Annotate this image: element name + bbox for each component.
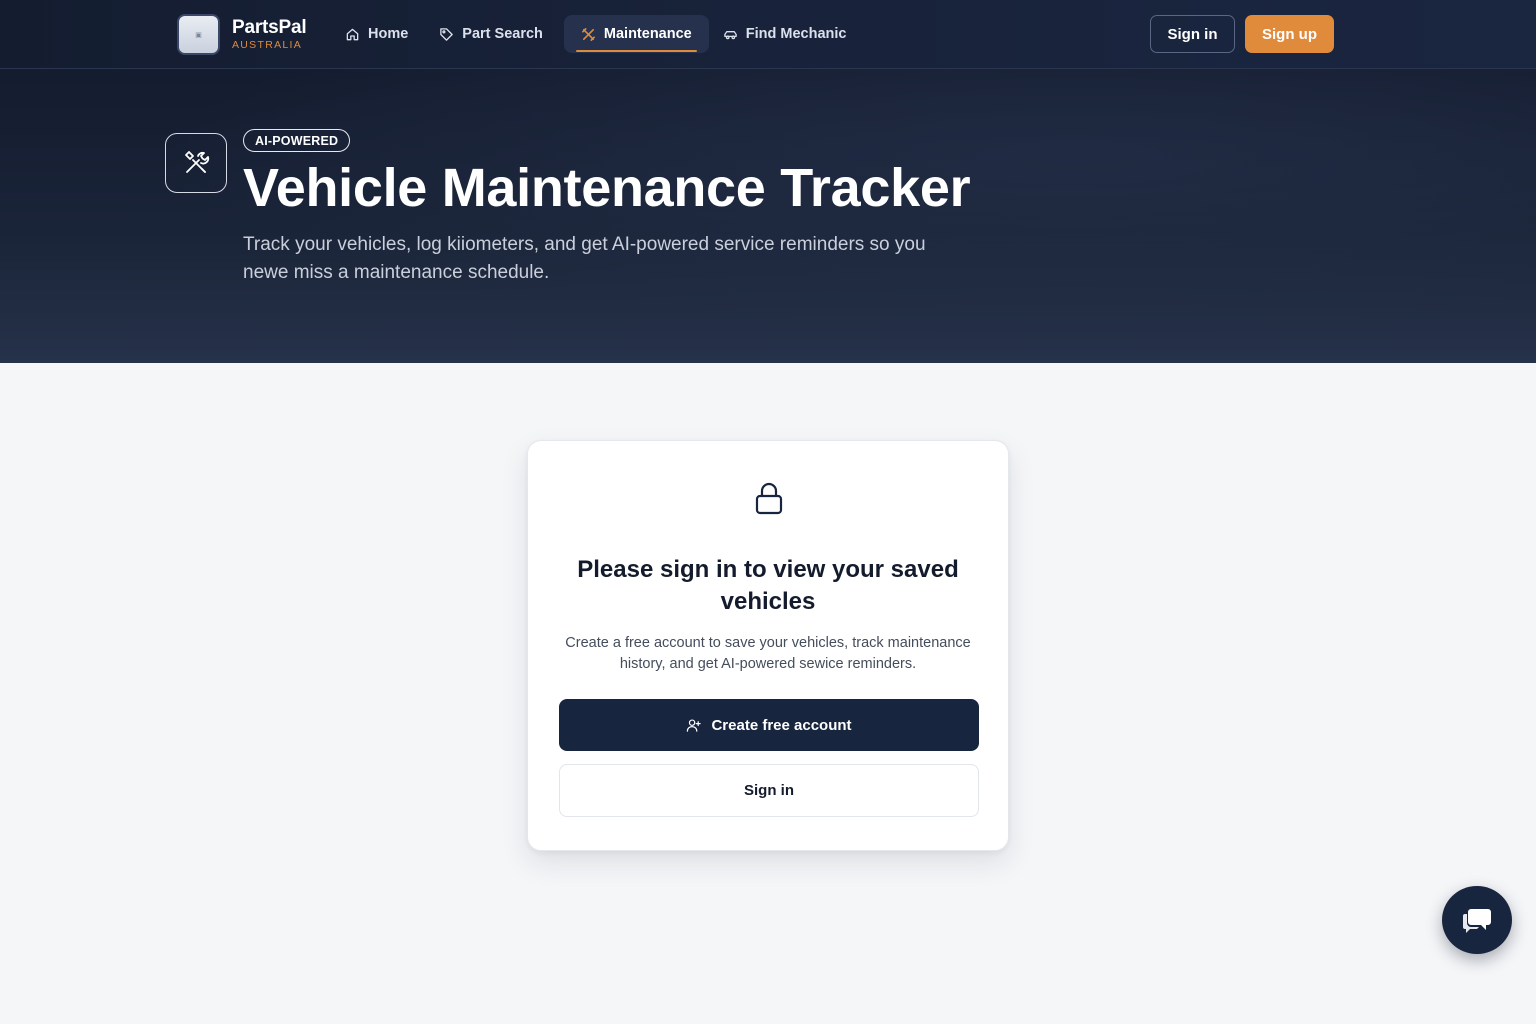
ai-powered-badge: AI-POWERED	[243, 129, 351, 152]
nav-home-label: Home	[368, 26, 409, 42]
page-subtitle: Track your vehicles, log kiiometers, and…	[243, 234, 926, 283]
card-title: Please sign in to view your saved vehicl…	[577, 556, 959, 615]
auth-actions: Sign in Sign up	[1150, 15, 1334, 53]
nav-sign-in-button[interactable]: Sign in	[1150, 15, 1235, 53]
nav-maintenance-label: Maintenance	[603, 26, 692, 42]
nav-maintenance[interactable]: Maintenance	[563, 15, 709, 53]
main-nav: Home Part Search Maintenance Find Mechan…	[335, 15, 863, 53]
brand-name: PartsPal	[232, 17, 307, 39]
chat-button[interactable]	[1442, 886, 1512, 954]
tag-icon	[440, 27, 454, 41]
nav-find-mechanic[interactable]: Find Mechanic	[713, 15, 864, 53]
car-icon	[723, 30, 737, 39]
tools-icon	[581, 27, 595, 41]
user-plus-icon	[687, 718, 702, 732]
logo-image: ▣	[177, 14, 220, 55]
nav-part-search[interactable]: Part Search	[429, 15, 560, 53]
create-account-button[interactable]: Create free account	[559, 699, 979, 751]
logo-mark-icon: ▣	[195, 31, 202, 39]
nav-find-mechanic-label: Find Mechanic	[745, 26, 847, 42]
create-account-label: Create free account	[711, 716, 852, 734]
chat-icon	[1463, 909, 1491, 933]
nav-home[interactable]: Home	[335, 15, 425, 53]
brand-logo[interactable]: ▣ PartsPal AUSTRALIA	[177, 14, 307, 55]
brand-subtitle: AUSTRALIA	[232, 39, 303, 52]
card-description: Create a free account to save your vehic…	[565, 635, 971, 672]
nav-sign-up-button[interactable]: Sign up	[1245, 15, 1334, 53]
page-title: Vehicle Maintenance Tracker	[243, 158, 971, 218]
home-icon	[346, 28, 359, 40]
tools-icon	[185, 151, 210, 173]
hero-icon-box	[165, 133, 227, 193]
top-navbar: ▣ PartsPal AUSTRALIA Home Part Search Ma…	[0, 0, 1536, 69]
nav-part-search-label: Part Search	[462, 26, 543, 42]
hero-section: AI-POWERED Vehicle Maintenance Tracker T…	[0, 69, 1536, 363]
card-sign-in-button[interactable]: Sign in	[559, 764, 979, 817]
sign-in-card: Please sign in to view your saved vehicl…	[527, 440, 1009, 851]
lock-icon	[755, 482, 783, 515]
